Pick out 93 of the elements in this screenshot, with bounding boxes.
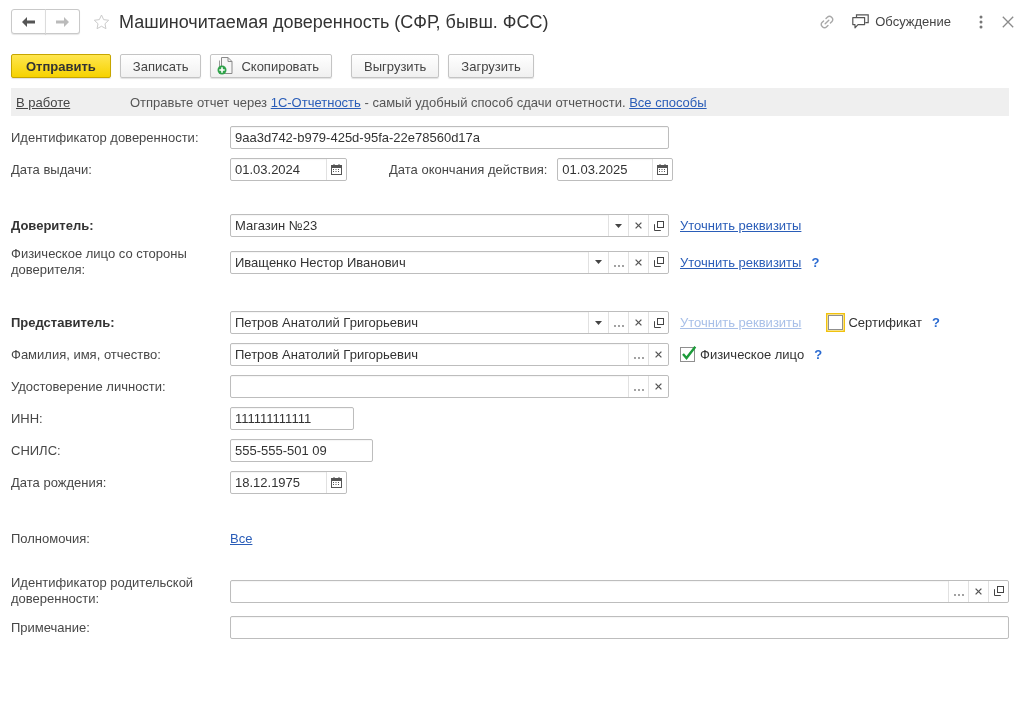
info-message: Отправьте отчет через 1С-Отчетность - самый удобный способ сдачи отчетности. Все способы: [130, 94, 707, 110]
more-icon[interactable]: [979, 14, 983, 29]
powers-link[interactable]: Все: [230, 531, 253, 546]
field-label: Удостоверение личности:: [11, 378, 166, 395]
reference-field[interactable]: Магазин №23: [230, 214, 669, 237]
select-button[interactable]: [628, 344, 648, 365]
text-field[interactable]: 9aa3d742-b979-425d-95fa-22e78560d17a: [230, 126, 669, 149]
date-field[interactable]: 01.03.2025: [557, 158, 674, 181]
overlapping-squares-icon: [653, 317, 664, 328]
dots-icon: [613, 264, 624, 267]
select-button[interactable]: [628, 376, 648, 397]
calendar-button[interactable]: [652, 159, 673, 180]
clear-icon: [975, 587, 982, 595]
field-label: Дата окончания действия:: [389, 162, 548, 177]
link-icon[interactable]: [819, 13, 836, 30]
overlapping-squares-icon: [653, 220, 664, 231]
window-title: Машиночитаемая доверенность (СФР, бывш. ФСС): [119, 10, 549, 34]
caret-icon: [615, 223, 622, 228]
service-link[interactable]: Все способы: [629, 94, 707, 110]
help-mark[interactable]: ?: [932, 315, 940, 330]
reference-field[interactable]: [230, 579, 1009, 603]
checkbox-label[interactable]: Физическое лицо: [700, 347, 805, 362]
dropdown-button[interactable]: [588, 251, 608, 273]
chat-icon: [852, 14, 870, 29]
help-mark[interactable]: ?: [814, 347, 823, 362]
close-icon[interactable]: [1002, 15, 1014, 28]
toolbar-button[interactable]: Загрузить: [448, 54, 534, 78]
field-label: Дата рождения:: [11, 474, 107, 491]
field-label: Идентификатор доверенности:: [11, 129, 199, 146]
open-button[interactable]: [648, 251, 668, 273]
text-field[interactable]: 111111111111: [230, 407, 354, 430]
clear-icon: [655, 383, 662, 390]
checkbox[interactable]: [826, 313, 846, 332]
reference-field[interactable]: [230, 375, 669, 398]
toolbar-button[interactable]: Записать: [119, 54, 202, 78]
reference-field[interactable]: Иващенко Нестор Иванович: [230, 250, 669, 274]
select-button[interactable]: [948, 580, 968, 602]
caret-icon: [595, 260, 602, 264]
clear-icon: [635, 222, 642, 229]
text-field[interactable]: [230, 616, 1009, 639]
service-link[interactable]: 1С-Отчетность: [270, 94, 361, 110]
dots-icon: [953, 593, 964, 596]
date-field[interactable]: 01.03.2024: [230, 158, 347, 181]
field-label: СНИЛС:: [11, 442, 61, 459]
dropdown-button[interactable]: [608, 215, 628, 236]
calendar-button[interactable]: [326, 159, 346, 180]
field-label: ИНН:: [11, 410, 43, 427]
star-icon[interactable]: [93, 13, 110, 30]
back-arrow-icon: [22, 16, 35, 27]
field-label: Представитель:: [11, 314, 115, 331]
open-button[interactable]: [988, 580, 1008, 602]
calendar-icon: [331, 477, 342, 488]
field-label: Физическое лицо со стороны доверителя:: [11, 246, 188, 278]
forward-arrow-icon: [56, 16, 69, 27]
text-field[interactable]: 555-555-501 09: [230, 439, 373, 462]
discussion-button[interactable]: Обсуждение: [852, 14, 951, 29]
field-label: Идентификатор родительской доверенности:: [11, 575, 195, 607]
field-label: Примечание:: [11, 619, 90, 636]
clear-button[interactable]: [628, 215, 648, 236]
open-button[interactable]: [648, 215, 668, 236]
dropdown-button[interactable]: [588, 312, 608, 333]
field-label: Полномочия:: [11, 530, 90, 547]
select-button[interactable]: [608, 251, 628, 273]
open-button[interactable]: [648, 312, 668, 333]
field-label: Фамилия, имя, отчество:: [11, 346, 161, 363]
document-plus-icon: [217, 57, 234, 75]
help-mark[interactable]: ?: [811, 254, 820, 270]
toolbar-button[interactable]: Выгрузить: [351, 54, 440, 78]
caret-icon: [595, 320, 602, 325]
toolbar-button[interactable]: Отправить: [11, 54, 111, 78]
clear-button[interactable]: [648, 344, 668, 365]
calendar-icon: [331, 164, 342, 175]
reference-field[interactable]: Петров Анатолий Григорьевич: [230, 311, 669, 334]
clear-button[interactable]: [628, 312, 648, 333]
field-label: Дата выдачи:: [11, 161, 92, 178]
toolbar-button[interactable]: Скопировать: [210, 54, 333, 78]
date-field[interactable]: 18.12.1975: [230, 471, 347, 494]
clear-icon: [655, 351, 662, 358]
overlapping-squares-icon: [653, 257, 664, 267]
overlapping-squares-icon: [993, 586, 1004, 596]
back-button[interactable]: [11, 9, 46, 34]
details-link[interactable]: Уточнить реквизиты: [680, 218, 802, 233]
clear-icon: [635, 319, 642, 326]
clear-button[interactable]: [648, 376, 668, 397]
calendar-icon: [657, 164, 669, 175]
checkbox-label[interactable]: Сертификат: [848, 315, 922, 330]
field-label: Доверитель:: [11, 217, 94, 234]
clear-icon: [635, 258, 642, 266]
reference-field[interactable]: Петров Анатолий Григорьевич: [230, 343, 669, 366]
checkbox[interactable]: [678, 345, 697, 364]
details-link[interactable]: Уточнить реквизиты: [680, 254, 802, 270]
calendar-button[interactable]: [326, 472, 346, 493]
status-link[interactable]: В работе: [16, 94, 71, 110]
